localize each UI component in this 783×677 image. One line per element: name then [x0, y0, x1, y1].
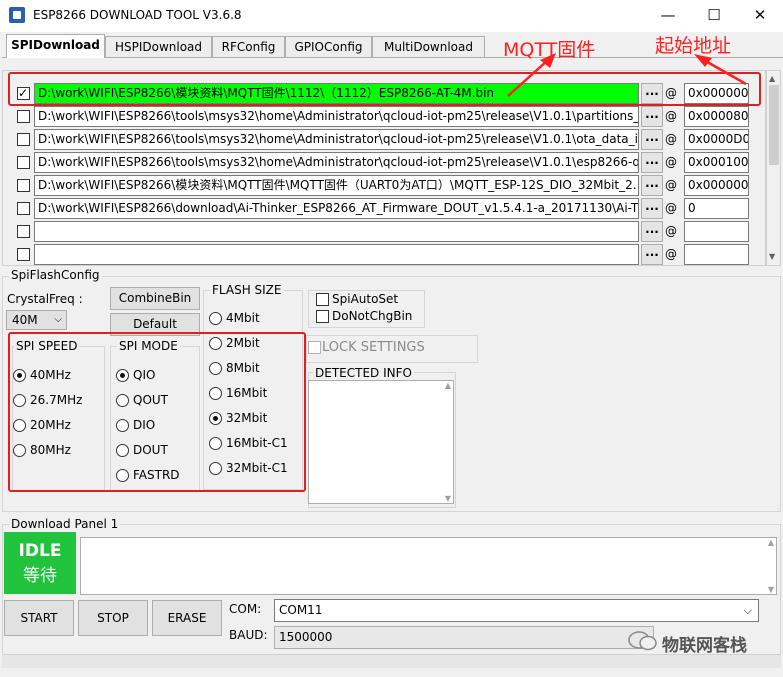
status-bar: [2, 654, 781, 668]
log-textarea[interactable]: ▲ ▼: [80, 537, 777, 595]
wechat-icon: [628, 630, 658, 652]
stop-button[interactable]: STOP: [78, 600, 148, 636]
flash-size-option-radio[interactable]: [209, 312, 222, 325]
crystal-freq-value: 40M: [12, 313, 38, 327]
lock-settings-checkbox[interactable]: [308, 341, 321, 354]
status-text-en: IDLE: [18, 541, 62, 561]
spiflash-config-title: SpiFlashConfig: [9, 268, 102, 282]
flash-size-title: FLASH SIZE: [210, 283, 284, 297]
chevron-down-icon: ⌵: [54, 314, 62, 325]
crystal-freq-select[interactable]: 40M ⌵: [6, 310, 67, 330]
com-label: COM:: [229, 602, 262, 616]
detected-info-textarea[interactable]: ▲ ▼: [308, 380, 454, 504]
scroll-up-icon[interactable]: ▲: [445, 381, 451, 390]
erase-button[interactable]: ERASE: [152, 600, 222, 636]
combine-bin-button[interactable]: CombineBin: [110, 287, 200, 310]
baud-value: 1500000: [279, 630, 333, 644]
status-text-cn: 等待: [23, 566, 57, 586]
scroll-down-icon[interactable]: ▼: [768, 585, 774, 594]
baud-label: BAUD:: [229, 628, 268, 642]
do-not-chg-bin-label: DoNotChgBin: [332, 309, 413, 323]
detected-info-title: DETECTED INFO: [313, 366, 414, 380]
com-value: COM11: [279, 603, 323, 617]
scroll-up-icon[interactable]: ▲: [768, 538, 774, 547]
spi-auto-set-label: SpiAutoSet: [332, 292, 399, 306]
start-button[interactable]: START: [4, 600, 74, 636]
spi-settings-annotation-box: [8, 332, 306, 492]
crystal-freq-label: CrystalFreq :: [7, 292, 83, 306]
status-indicator: IDLE 等待: [4, 532, 76, 594]
watermark-text: 物联网客栈: [662, 636, 747, 656]
flash-size-option-label: 4Mbit: [226, 311, 260, 325]
scroll-down-icon[interactable]: ▼: [445, 494, 451, 503]
baud-select[interactable]: 1500000: [274, 626, 654, 649]
do-not-chg-bin-checkbox[interactable]: [316, 310, 329, 323]
chevron-down-icon: ⌵: [743, 604, 752, 617]
lock-settings-label: LOCK SETTINGS: [322, 340, 425, 355]
com-select[interactable]: COM11 ⌵: [274, 599, 759, 622]
spi-auto-set-checkbox[interactable]: [316, 293, 329, 306]
download-panel-title: Download Panel 1: [9, 517, 121, 531]
